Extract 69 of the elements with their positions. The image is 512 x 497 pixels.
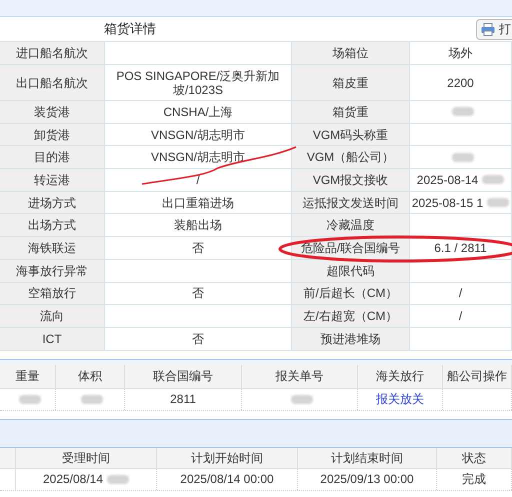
- field-label: 箱货重: [292, 101, 410, 124]
- column-header: 计划开始时间: [157, 448, 298, 468]
- field-value: VNSGN/胡志明市: [150, 150, 245, 164]
- field-label: ICT: [0, 328, 105, 351]
- field-value: 场外: [448, 46, 472, 60]
- field-value: 否: [192, 240, 204, 255]
- field-label: 海事放行异常: [0, 260, 105, 282]
- field-value: /: [458, 309, 462, 324]
- field-label: 装货港: [0, 101, 105, 124]
- redacted-blur: [452, 152, 474, 162]
- redacted-blur: [452, 107, 474, 116]
- cell-text: 2025/08/14 00:00: [180, 471, 274, 488]
- cell-text: 2811: [170, 391, 196, 408]
- redacted-blur: [290, 394, 312, 404]
- field-value: 装船出场: [174, 218, 222, 232]
- field-value: /: [458, 286, 462, 300]
- field-label: VGM报文接收: [292, 169, 410, 192]
- customs-link[interactable]: 报关放关: [376, 390, 424, 408]
- field-label: 进口船名航次: [0, 42, 105, 65]
- field-value: POS SINGAPORE/泛奥升新加坡/1023S: [115, 68, 281, 96]
- cell-text: 2025/08/14: [42, 471, 104, 488]
- column-header: 船公司操作: [443, 364, 512, 388]
- column-header: 重量: [0, 364, 56, 388]
- field-label: 左/右超宽（CM）: [292, 305, 410, 328]
- column-header: 状态: [437, 448, 512, 468]
- field-label: 出场方式: [0, 214, 105, 238]
- field-value: 6.1 / 2811: [434, 240, 487, 255]
- column-header: 报关单号: [242, 364, 358, 388]
- field-label: 箱皮重: [292, 65, 410, 101]
- field-label: 卸货港: [0, 124, 105, 146]
- field-value: 出口重箱进场: [162, 196, 234, 210]
- field-label: 空箱放行: [0, 282, 105, 306]
- field-label: 场箱位: [292, 42, 410, 65]
- field-label: 进场方式: [0, 192, 105, 214]
- field-label: 流向: [0, 305, 105, 328]
- field-label: 超限代码: [292, 260, 410, 282]
- field-value: CNSHA/上海: [163, 104, 233, 119]
- field-label: 冷藏温度: [292, 214, 410, 238]
- redacted-blur: [107, 474, 130, 484]
- panel-title: 箱货详情: [104, 20, 156, 38]
- field-label: 前/后超长（CM）: [292, 282, 410, 306]
- print-button[interactable]: 打: [476, 18, 512, 40]
- field-value: VNSGN/胡志明市: [150, 128, 245, 142]
- field-label: 目的港: [0, 146, 105, 170]
- column-header: 海关放行: [358, 364, 443, 388]
- column-header: 计划结束时间: [298, 448, 437, 468]
- field-label: VGM码头称重: [292, 124, 410, 146]
- field-value: /: [196, 172, 200, 187]
- column-header: 联合国编号: [125, 364, 242, 388]
- column-header: 体积: [56, 364, 125, 388]
- field-value: 2025-08-15 1: [412, 196, 484, 210]
- field-label: 预进港堆场: [292, 328, 410, 351]
- printer-icon: [481, 22, 495, 36]
- field-value: 2025-08-14: [416, 172, 478, 187]
- field-label: 转运港: [0, 169, 105, 192]
- field-value: 2200: [447, 76, 474, 90]
- redacted-blur: [487, 198, 510, 208]
- field-label: VGM（船公司）: [292, 146, 410, 170]
- field-value: 否: [192, 332, 204, 346]
- field-label: 出口船名航次: [0, 65, 105, 101]
- column-header: 受理时间: [16, 448, 157, 468]
- redacted-blur: [18, 394, 40, 404]
- cell-text: 2025/09/13 00:00: [320, 471, 414, 488]
- field-label: 运抵报文发送时间: [292, 192, 410, 214]
- redacted-blur: [81, 394, 103, 404]
- cell-text: 完成: [462, 471, 486, 488]
- field-label: 海铁联运: [0, 237, 105, 260]
- field-value: 否: [192, 286, 204, 300]
- redacted-blur: [482, 175, 504, 184]
